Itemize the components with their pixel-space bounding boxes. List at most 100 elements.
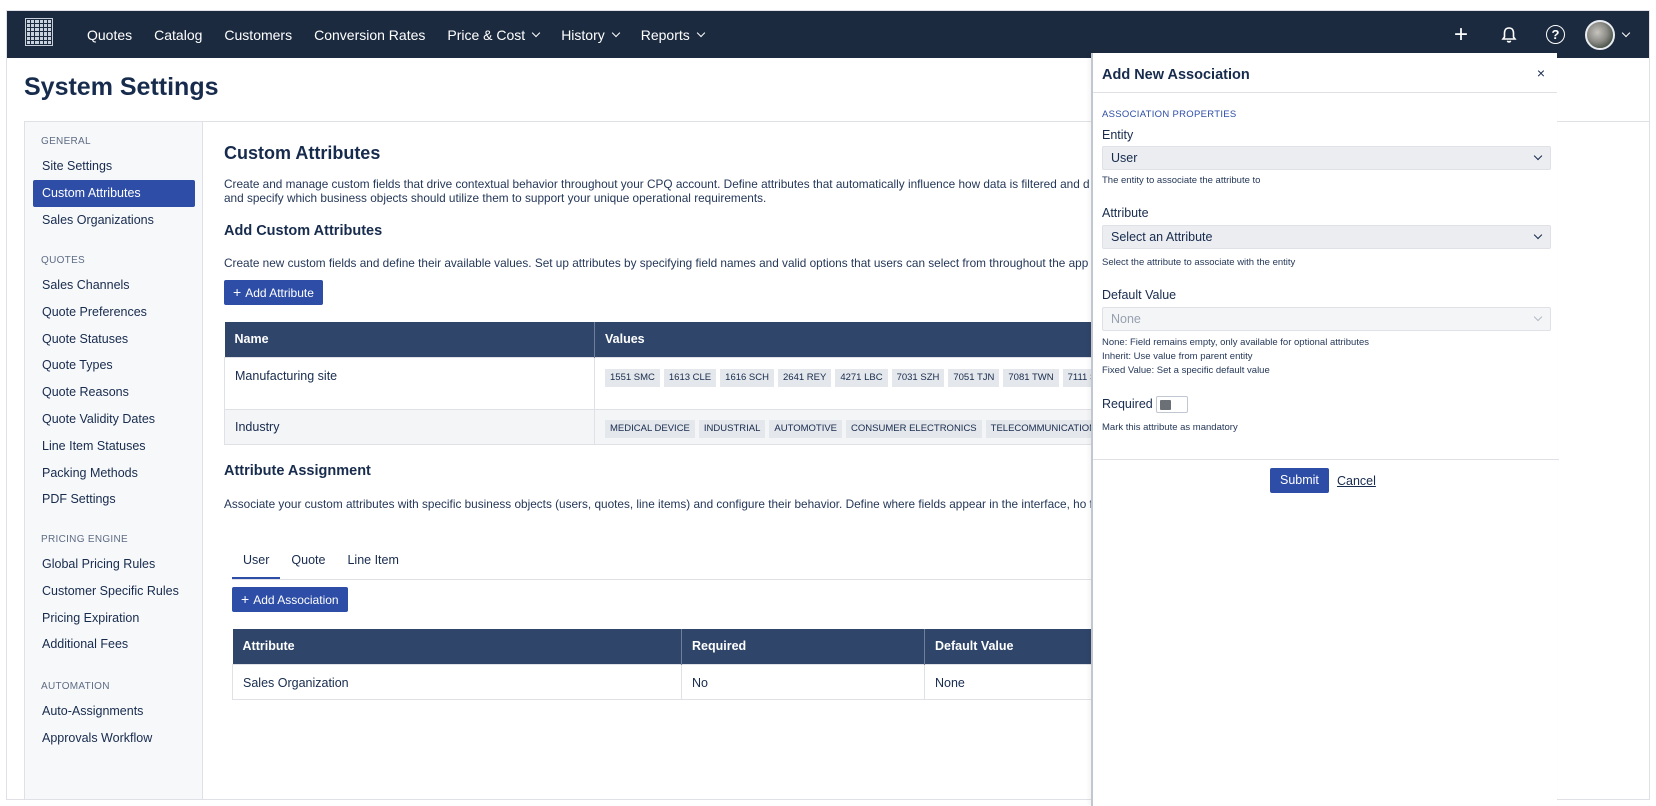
- sidebar-item-auto-assignments[interactable]: Auto-Assignments: [33, 698, 195, 725]
- sidebar-item-packing-methods[interactable]: Packing Methods: [33, 460, 195, 487]
- logo-cell: [31, 32, 35, 36]
- help-icon[interactable]: ?: [1546, 25, 1565, 44]
- sidebar-item-quote-statuses[interactable]: Quote Statuses: [33, 326, 195, 353]
- nav-item-reports[interactable]: Reports: [640, 26, 706, 43]
- sidebar-item-quote-types[interactable]: Quote Types: [33, 352, 195, 379]
- value-chip: CONSUMER ELECTRONICS: [846, 419, 982, 438]
- value-chip: INDUSTRIAL: [698, 419, 766, 438]
- logo-cell: [35, 36, 39, 40]
- nav-item-history[interactable]: History: [561, 27, 620, 43]
- attribute-assignment-description: Associate your custom attributes with sp…: [224, 497, 1122, 511]
- main-panel: Custom Attributes Create and manage cust…: [222, 122, 1122, 799]
- nav-item-label: Catalog: [154, 26, 203, 43]
- value-chip: 4271 LBC: [835, 368, 888, 387]
- value-chip: 7051 TJN: [948, 368, 1000, 387]
- table-cell: Sales Organization: [232, 663, 682, 700]
- table-header-row: Attribute Required Default Value: [232, 629, 1122, 664]
- logo-cell: [35, 32, 39, 36]
- sidebar-item-line-item-statuses[interactable]: Line Item Statuses: [33, 433, 195, 460]
- add-attribute-button[interactable]: + Add Attribute: [224, 280, 323, 305]
- user-avatar[interactable]: [1585, 19, 1615, 50]
- section-description: Create and manage custom fields that dri…: [224, 177, 1122, 205]
- sidebar-item-additional-fees[interactable]: Additional Fees: [33, 631, 195, 658]
- sidebar-item-quote-validity-dates[interactable]: Quote Validity Dates: [33, 406, 195, 433]
- attribute-label: Attribute: [1102, 206, 1149, 220]
- page-title: System Settings: [24, 73, 219, 101]
- value-chip: 7081 TWN: [1003, 368, 1059, 387]
- sidebar-item-pricing-expiration[interactable]: Pricing Expiration: [33, 605, 195, 632]
- required-toggle[interactable]: [1156, 396, 1188, 413]
- logo-cell: [27, 24, 31, 28]
- default-value-select-value: None: [1111, 312, 1141, 326]
- table-row: Industry MEDICAL DEVICE INDUSTRIAL AUTOMOTI…: [224, 408, 1122, 445]
- tab-user[interactable]: User: [232, 540, 281, 579]
- nav-item-label: Reports: [640, 26, 690, 43]
- logo-cell: [35, 28, 39, 32]
- toggle-knob: [1160, 400, 1171, 410]
- default-help-none: None: Field remains empty, only availabl…: [1102, 337, 1370, 348]
- chevron-down-icon[interactable]: [1621, 28, 1631, 37]
- attribute-select[interactable]: Select an Attribute: [1102, 225, 1551, 249]
- nav-item-price-cost[interactable]: Price & Cost: [447, 27, 541, 43]
- logo-cell: [43, 24, 47, 28]
- column-header-name: Name: [224, 322, 595, 357]
- logo-cell: [39, 28, 43, 32]
- plus-icon[interactable]: +: [1450, 22, 1472, 46]
- sidebar-item-site-settings[interactable]: Site Settings: [33, 153, 195, 180]
- logo-cell: [47, 36, 51, 40]
- table-cell: No: [681, 663, 925, 700]
- required-label: Required: [1102, 397, 1153, 411]
- submit-button[interactable]: Submit: [1270, 468, 1329, 493]
- close-icon[interactable]: ×: [1537, 65, 1545, 81]
- logo-cell: [35, 40, 39, 44]
- sidebar-item-customer-specific-rules[interactable]: Customer Specific Rules: [33, 578, 195, 605]
- sidebar-item-sales-organizations[interactable]: Sales Organizations: [33, 207, 195, 234]
- nav-item-quotes[interactable]: Quotes: [87, 27, 132, 43]
- add-association-button[interactable]: + Add Association: [232, 587, 348, 612]
- logo-cell: [47, 24, 51, 28]
- chevron-down-icon: [611, 28, 620, 37]
- nav-item-catalog[interactable]: Catalog: [154, 27, 202, 43]
- nav-item-conversion-rates[interactable]: Conversion Rates: [314, 27, 425, 43]
- default-value-select[interactable]: None: [1102, 307, 1551, 331]
- required-help: Mark this attribute as mandatory: [1102, 422, 1238, 433]
- table-row[interactable]: Sales Organization No None: [232, 663, 1122, 700]
- logo-cell: [43, 28, 47, 32]
- sidebar-item-pdf-settings[interactable]: PDF Settings: [33, 486, 195, 513]
- nav-item-customers[interactable]: Customers: [224, 27, 292, 43]
- attribute-values-cell: MEDICAL DEVICE INDUSTRIAL AUTOMOTIVE CONSUM…: [594, 408, 1122, 445]
- default-value-label: Default Value: [1102, 288, 1177, 302]
- table-header-row: Name Values: [224, 322, 1122, 357]
- attribute-select-value: Select an Attribute: [1111, 230, 1213, 244]
- app-grid-logo-icon[interactable]: [25, 18, 53, 46]
- logo-cell: [27, 36, 31, 40]
- plus-icon: +: [241, 591, 250, 607]
- sidebar-item-quote-reasons[interactable]: Quote Reasons: [33, 379, 195, 406]
- section-heading: Custom Attributes: [224, 143, 381, 163]
- logo-cell: [43, 32, 47, 36]
- chevron-down-icon: [1533, 312, 1543, 322]
- logo-cell: [47, 20, 51, 24]
- logo-cell: [27, 20, 31, 24]
- tab-quote[interactable]: Quote: [280, 540, 336, 579]
- nav-actions: + ?: [1424, 11, 1631, 58]
- cancel-link[interactable]: Cancel: [1337, 474, 1376, 488]
- attribute-name-cell: Industry: [224, 408, 595, 445]
- logo-cell: [39, 24, 43, 28]
- logo-cell: [43, 36, 47, 40]
- sidebar-item-quote-preferences[interactable]: Quote Preferences: [33, 299, 195, 326]
- sidebar-item-custom-attributes[interactable]: Custom Attributes: [33, 179, 195, 207]
- sidebar-item-approvals-workflow[interactable]: Approvals Workflow: [33, 725, 195, 752]
- tab-line-item[interactable]: Line Item: [336, 540, 409, 579]
- association-properties-label: ASSOCIATION PROPERTIES: [1102, 109, 1237, 120]
- sidebar-item-global-pricing-rules[interactable]: Global Pricing Rules: [33, 551, 195, 578]
- attribute-assignment-heading: Attribute Assignment: [224, 463, 371, 479]
- value-chip: MEDICAL DEVICE: [605, 419, 695, 438]
- bell-icon[interactable]: [1498, 24, 1520, 46]
- entity-select[interactable]: User: [1102, 146, 1551, 170]
- logo-cell: [39, 20, 43, 24]
- default-value-help: None: Field remains empty, only availabl…: [1102, 336, 1369, 378]
- sidebar-item-sales-channels[interactable]: Sales Channels: [33, 272, 195, 299]
- logo-cell: [39, 32, 43, 36]
- value-chip: TELECOMMUNICATIONS: [985, 419, 1108, 438]
